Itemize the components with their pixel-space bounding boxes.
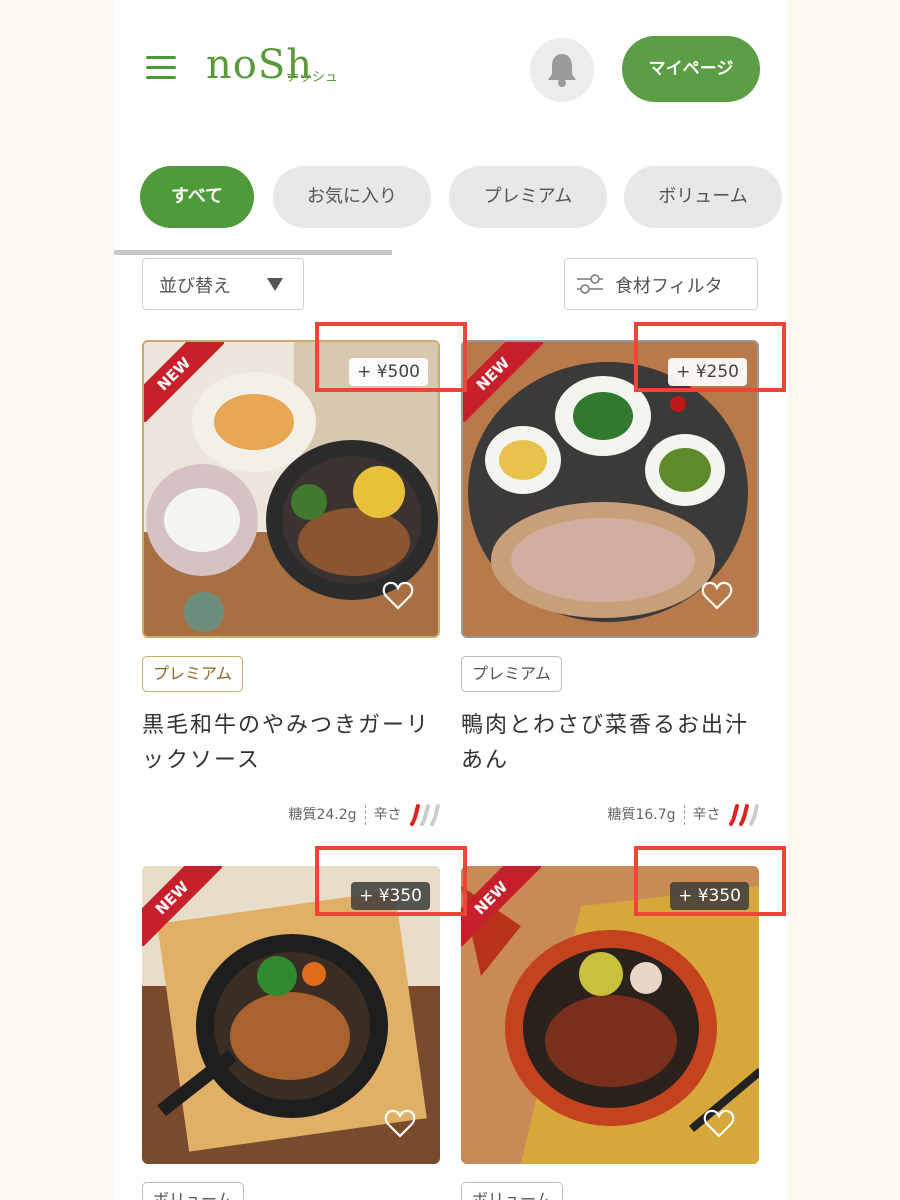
product-meta: 糖質24.2g 辛さ (288, 804, 440, 826)
new-ribbon: NEW (142, 866, 222, 946)
new-ribbon: NEW (463, 342, 543, 422)
price-badge: + ¥500 (349, 358, 428, 386)
product-photo[interactable]: NEW + ¥500 (142, 340, 440, 638)
notification-bell-icon[interactable] (530, 38, 594, 102)
favorite-heart-icon[interactable] (703, 1108, 735, 1138)
product-photo[interactable]: NEW + ¥350 (461, 866, 759, 1164)
category-badge: ボリューム (461, 1182, 563, 1200)
favorite-heart-icon[interactable] (382, 580, 414, 610)
tab-all[interactable]: すべて (140, 166, 254, 228)
price-badge: + ¥350 (351, 882, 430, 910)
favorite-heart-icon[interactable] (384, 1108, 416, 1138)
mypage-button[interactable]: マイページ (622, 36, 760, 102)
app-frame: noSh ナッシュ マイページ すべて お気に入り プレミアム ボリューム 並び… (114, 0, 788, 1200)
category-badge: プレミアム (461, 656, 562, 692)
category-badge: プレミアム (142, 656, 243, 692)
tab-favorites[interactable]: お気に入り (273, 166, 431, 228)
spice-label: 辛さ (373, 807, 402, 823)
price-badge: + ¥250 (668, 358, 747, 386)
header: noSh ナッシュ マイページ (114, 0, 788, 130)
caret-down-icon (267, 278, 283, 291)
product-meta: 糖質16.7g 辛さ (607, 804, 759, 826)
filter-label: 食材フィルタ (615, 276, 723, 297)
category-badge: ボリューム (142, 1182, 244, 1200)
sort-label: 並び替え (159, 276, 231, 297)
tab-volume[interactable]: ボリューム (624, 166, 782, 228)
sort-dropdown[interactable]: 並び替え (142, 258, 304, 310)
carb-info: 糖質16.7g (607, 807, 676, 823)
logo-sub-text: ナッシュ (286, 70, 339, 85)
product-photo[interactable]: NEW + ¥250 (461, 340, 759, 638)
product-name[interactable]: 鴨肉とわさび菜香るお出汁あん (461, 708, 759, 778)
spice-label: 辛さ (692, 807, 721, 823)
new-ribbon: NEW (461, 866, 541, 946)
tab-premium[interactable]: プレミアム (449, 166, 607, 228)
chili-pepper-icon (729, 804, 759, 826)
chili-pepper-icon (410, 804, 440, 826)
ingredient-filter-button[interactable]: 食材フィルタ (564, 258, 758, 310)
tab-scroll-indicator (114, 250, 392, 255)
new-ribbon: NEW (144, 342, 224, 422)
product-name[interactable]: 黒毛和牛のやみつきガーリックソース (142, 708, 440, 778)
menu-icon[interactable] (146, 56, 176, 80)
favorite-heart-icon[interactable] (701, 580, 733, 610)
category-tabs: すべて お気に入り プレミアム ボリューム (140, 166, 788, 230)
product-photo[interactable]: NEW + ¥350 (142, 866, 440, 1164)
carb-info: 糖質24.2g (288, 807, 357, 823)
filter-sliders-icon (577, 274, 603, 294)
price-badge: + ¥350 (670, 882, 749, 910)
